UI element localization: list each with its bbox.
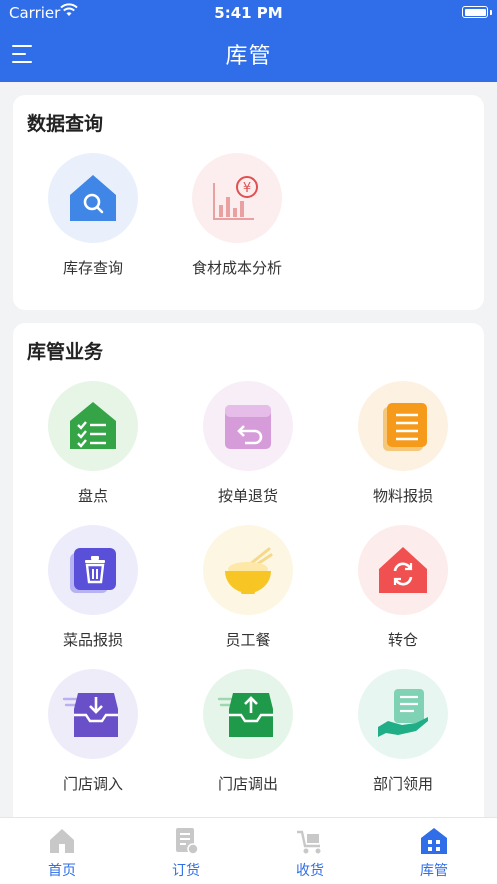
page-title: 库管: [225, 44, 272, 69]
cost-analysis-icon: ¥: [213, 176, 258, 220]
stocktake-button[interactable]: 盘点: [13, 381, 173, 506]
transfer-warehouse-icon: [379, 547, 427, 593]
store-transfer-out-label: 门店调出: [217, 775, 278, 793]
inventory-search-label: 库存查询: [62, 259, 123, 277]
material-loss-icon: [383, 403, 427, 451]
tab-order[interactable]: 订货: [124, 818, 248, 884]
staff-meal-label: 员工餐: [225, 631, 271, 649]
nav-bar: 库管: [0, 26, 497, 82]
home-icon: [50, 829, 74, 853]
staff-meal-button[interactable]: 员工餐: [168, 525, 328, 650]
cost-analysis-button[interactable]: ¥ 食材成本分析: [157, 153, 317, 278]
section-title-data-query: 数据查询: [27, 113, 104, 135]
tab-warehouse[interactable]: 库管: [372, 818, 496, 884]
return-order-button[interactable]: 按单退货: [168, 381, 328, 506]
stocktake-label: 盘点: [77, 487, 108, 505]
store-transfer-out-button[interactable]: 门店调出: [168, 669, 328, 794]
dish-loss-button[interactable]: 菜品报损: [13, 525, 173, 650]
clock: 5:41 PM: [214, 4, 283, 22]
staff-meal-icon: [225, 547, 273, 594]
material-loss-button[interactable]: 物料报损: [323, 381, 483, 506]
section-title-warehouse-business: 库管业务: [27, 341, 104, 363]
stocktake-icon: [70, 402, 116, 449]
tab-bar: 首页 订货 收货 库管: [0, 817, 497, 884]
tab-label-receive: 收货: [296, 863, 324, 879]
store-transfer-in-button[interactable]: 门店调入: [13, 669, 173, 794]
battery-icon: [462, 6, 488, 18]
return-order-icon: [225, 405, 271, 449]
store-transfer-in-label: 门店调入: [62, 775, 123, 793]
store-transfer-out-icon: [217, 693, 273, 737]
transfer-warehouse-label: 转仓: [387, 631, 418, 649]
return-order-label: 按单退货: [217, 487, 278, 505]
inventory-search-icon: [70, 175, 116, 221]
tab-label-home: 首页: [48, 863, 76, 879]
warehouse-icon: [421, 828, 447, 854]
tab-home[interactable]: 首页: [0, 818, 124, 884]
data-query-card: 数据查询 库存查询 ¥ 食材成本分析: [13, 95, 484, 310]
tab-receive[interactable]: 收货: [248, 818, 372, 884]
warehouse-business-card: 库管业务 盘点 按单退货 物料报损 菜品报损 员工餐 转仓 门店调入 门店调出 …: [13, 323, 484, 843]
department-requisition-label: 部门领用: [372, 775, 433, 793]
svg-text:¥: ¥: [243, 181, 251, 196]
order-icon: [176, 828, 199, 855]
inventory-search-button[interactable]: 库存查询: [13, 153, 173, 278]
dish-loss-label: 菜品报损: [62, 631, 123, 649]
receive-cart-icon: [297, 830, 321, 854]
tab-label-warehouse: 库管: [420, 863, 448, 879]
store-transfer-in-icon: [62, 693, 118, 737]
department-requisition-icon: [378, 689, 428, 737]
material-loss-label: 物料报损: [372, 487, 433, 505]
transfer-warehouse-button[interactable]: 转仓: [323, 525, 483, 650]
tab-label-order: 订货: [172, 863, 200, 879]
status-bar: Carrier 5:41 PM: [0, 0, 497, 26]
battery-tip: [490, 10, 492, 15]
dish-loss-icon: [70, 548, 116, 593]
cost-analysis-label: 食材成本分析: [191, 259, 282, 277]
department-requisition-button[interactable]: 部门领用: [323, 669, 483, 794]
